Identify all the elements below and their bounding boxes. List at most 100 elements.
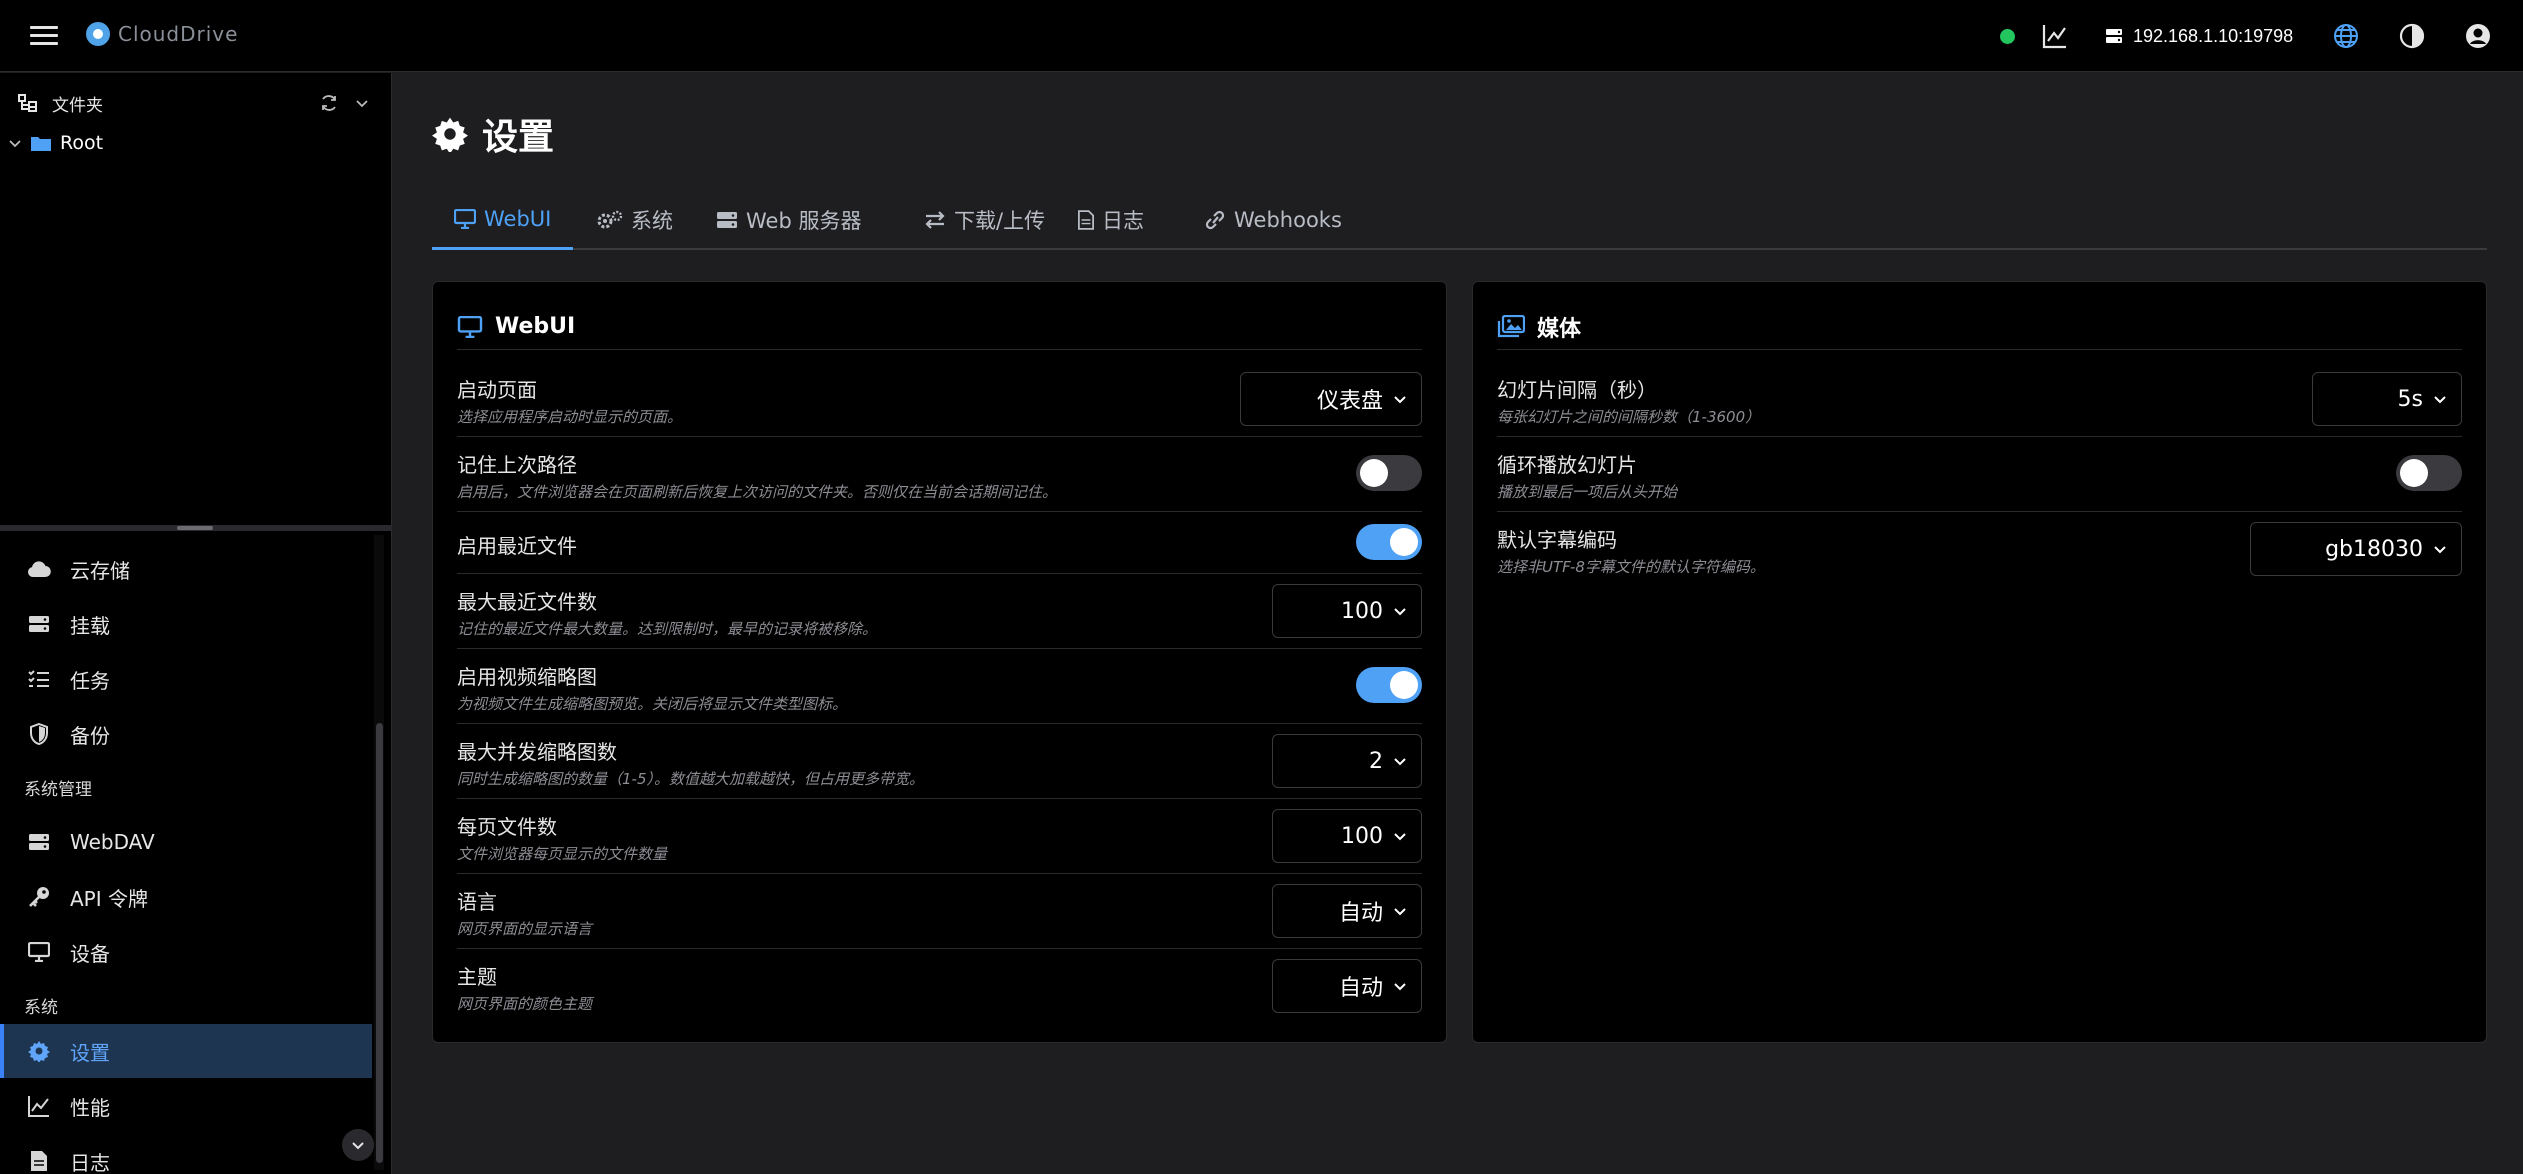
sidebar-item-mount[interactable]: 挂载 (0, 597, 372, 651)
sidebar-item-cloud-storage[interactable]: 云存储 (0, 542, 372, 596)
file-icon (26, 1148, 52, 1174)
section-header-system: 系统 (24, 998, 58, 1018)
tree-item-root[interactable]: Root (8, 125, 103, 161)
remember-last-path-toggle[interactable] (1356, 455, 1422, 491)
server-icon (26, 829, 52, 855)
enable-recent-files-toggle[interactable] (1356, 524, 1422, 560)
sidebar-item-performance[interactable]: 性能 (0, 1079, 372, 1133)
setting-row-loop-slideshow: 循环播放幻灯片 播放到最后一项后从头开始 (1497, 437, 2462, 512)
setting-label: 主题 (457, 965, 497, 989)
setting-label: 最大最近文件数 (457, 590, 597, 614)
folder-panel-title: 文件夹 (52, 95, 103, 116)
tab-webhooks[interactable]: Webhooks (1182, 190, 1364, 250)
tab-label: Web 服务器 (746, 209, 862, 233)
link-icon (1205, 210, 1225, 230)
user-icon[interactable] (2462, 20, 2494, 52)
setting-description: 同时生成缩略图的数量（1-5）。数值越大加载越快，但占用更多带宽。 (457, 770, 925, 788)
language-select[interactable]: 自动 (1272, 884, 1422, 938)
menu-icon[interactable] (30, 22, 58, 50)
sidebar-scrollbar-thumb[interactable] (376, 723, 383, 1163)
loop-slideshow-toggle[interactable] (2396, 455, 2462, 491)
setting-description: 网页界面的显示语言 (457, 920, 593, 938)
monitor-icon (454, 208, 476, 229)
chevron-down-icon (2434, 546, 2446, 554)
setting-row-files-per-page: 每页文件数 文件浏览器每页显示的文件数量 100 (457, 799, 1422, 874)
setting-label: 每页文件数 (457, 815, 557, 839)
chevron-down-icon (2434, 396, 2446, 404)
chevron-down-icon (1394, 983, 1406, 991)
setting-row-max-recent-files: 最大最近文件数 记住的最近文件最大数量。达到限制时，最早的记录将被移除。 100 (457, 574, 1422, 649)
tab-label: WebUI (484, 206, 552, 231)
sidebar-item-logs[interactable]: 日志 (0, 1134, 372, 1174)
chevron-down-icon[interactable] (8, 136, 22, 150)
setting-label: 记住上次路径 (457, 453, 577, 477)
max-concurrent-thumbnails-select[interactable]: 2 (1272, 734, 1422, 788)
card-header: 媒体 (1497, 304, 2462, 350)
setting-description: 选择应用程序启动时显示的页面。 (457, 408, 683, 426)
scroll-down-button[interactable] (342, 1129, 374, 1161)
select-value: 100 (1341, 598, 1383, 624)
sidebar-item-webdav[interactable]: WebDAV (0, 815, 372, 869)
chevron-down-icon (352, 1142, 364, 1150)
sidebar-item-label: 任务 (70, 668, 110, 693)
server-selector[interactable]: 192.168.1.10:19798 (2105, 22, 2293, 50)
tab-label: 日志 (1102, 209, 1144, 233)
contrast-icon[interactable] (2396, 20, 2428, 52)
tab-web-server[interactable]: Web 服务器 (694, 190, 883, 250)
tab-system[interactable]: 系统 (575, 190, 695, 250)
setting-label: 启用视频缩略图 (457, 665, 597, 689)
tab-label: 下载/上传 (954, 209, 1046, 233)
tab-webui[interactable]: WebUI (432, 190, 574, 250)
setting-label: 幻灯片间隔（秒） (1497, 378, 1657, 402)
page-title: 设置 (432, 108, 554, 160)
sidebar-item-label: 性能 (70, 1095, 110, 1120)
setting-row-default-subtitle-encoding: 默认字幕编码 选择非UTF-8字幕文件的默认字符编码。 gb18030 (1497, 512, 2462, 587)
start-page-select[interactable]: 仪表盘 (1240, 372, 1422, 426)
card-title: WebUI (495, 314, 576, 339)
app-logo[interactable]: CloudDrive (86, 22, 238, 46)
sidebar-item-tasks[interactable]: 任务 (0, 652, 372, 706)
select-value: 5s (2397, 386, 2423, 412)
card-title: 媒体 (1537, 316, 1582, 342)
monitor-icon (26, 939, 52, 965)
chevron-down-icon[interactable] (354, 95, 370, 111)
gears-icon (597, 210, 623, 229)
enable-video-thumbnails-toggle[interactable] (1356, 667, 1422, 703)
server-address: 192.168.1.10:19798 (2133, 25, 2294, 46)
tab-download-upload[interactable]: 下载/上传 (902, 190, 1067, 250)
sidebar-item-devices[interactable]: 设备 (0, 925, 372, 979)
gear-icon (26, 1038, 52, 1064)
setting-label: 默认字幕编码 (1497, 528, 1617, 552)
setting-row-remember-last-path: 记住上次路径 启用后，文件浏览器会在页面刷新后恢复上次访问的文件夹。否则仅在当前… (457, 437, 1422, 512)
webui-settings-card: WebUI 启动页面 选择应用程序启动时显示的页面。 仪表盘 记住上次路径 启用… (432, 281, 1447, 1043)
sidebar-item-api-token[interactable]: API 令牌 (0, 870, 372, 924)
sidebar-item-label: 设置 (70, 1040, 110, 1065)
file-icon (1078, 210, 1094, 230)
setting-row-enable-video-thumbnails: 启用视频缩略图 为视频文件生成缩略图预览。关闭后将显示文件类型图标。 (457, 649, 1422, 724)
sidebar-item-backup[interactable]: 备份 (0, 707, 372, 761)
files-per-page-select[interactable]: 100 (1272, 809, 1422, 863)
refresh-icon[interactable] (320, 94, 338, 112)
page-title-text: 设置 (482, 117, 555, 158)
sidebar: 文件夹 Root 云存储 挂载 任务 备份 系统管理 WebDAV API 令牌… (0, 73, 392, 1174)
subtitle-encoding-select[interactable]: gb18030 (2250, 522, 2462, 576)
panel-splitter[interactable] (0, 525, 392, 531)
chevron-down-icon (1394, 396, 1406, 404)
sidebar-item-label: 挂载 (70, 613, 110, 638)
monitor-icon (457, 315, 483, 338)
setting-label: 最大并发缩略图数 (457, 740, 617, 764)
sidebar-item-settings[interactable]: 设置 (0, 1024, 372, 1078)
brand-name: CloudDrive (118, 22, 239, 46)
tree-item-label: Root (60, 132, 104, 154)
setting-row-max-concurrent-thumbnails: 最大并发缩略图数 同时生成缩略图的数量（1-5）。数值越大加载越快，但占用更多带… (457, 724, 1422, 799)
tab-logs[interactable]: 日志 (1056, 190, 1166, 250)
globe-icon[interactable] (2330, 20, 2362, 52)
chart-icon[interactable] (2039, 20, 2071, 52)
cloud-icon (26, 556, 52, 582)
setting-description: 文件浏览器每页显示的文件数量 (457, 845, 668, 863)
theme-select[interactable]: 自动 (1272, 959, 1422, 1013)
slideshow-interval-select[interactable]: 5s (2312, 372, 2462, 426)
select-value: 自动 (1338, 976, 1383, 1001)
max-recent-files-select[interactable]: 100 (1272, 584, 1422, 638)
sidebar-item-label: 日志 (70, 1150, 110, 1174)
